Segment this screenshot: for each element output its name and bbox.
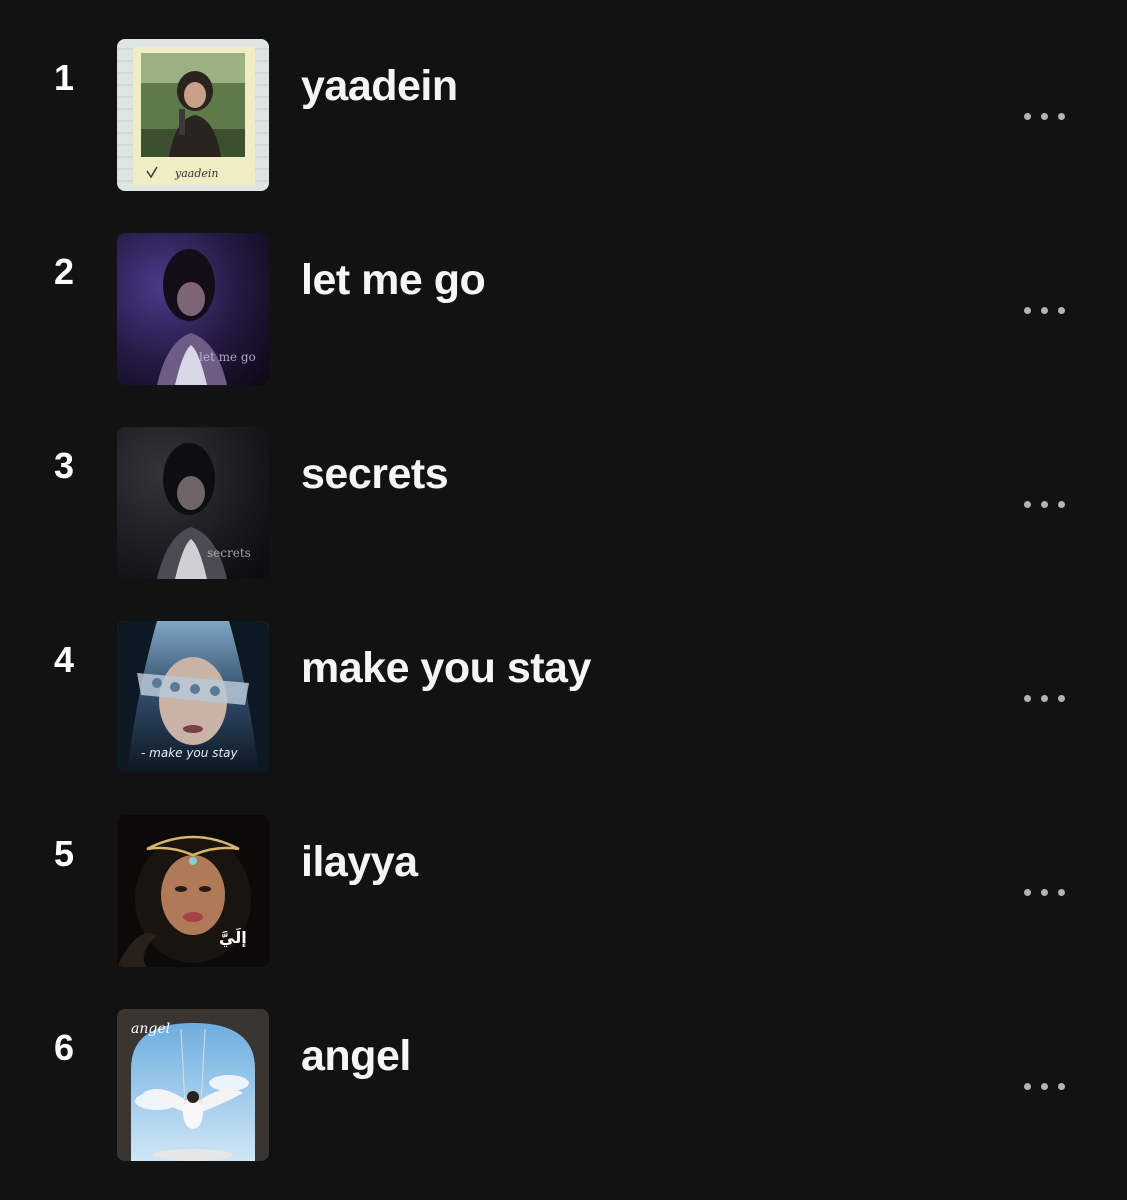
ellipsis-horizontal-icon (1023, 112, 1031, 120)
track-row[interactable]: 5 إلَيَّ ilayya (0, 776, 1127, 970)
track-row[interactable]: 6 angel angel (0, 970, 1127, 1164)
ellipsis-dot (1057, 306, 1065, 314)
ellipsis-dot (1040, 694, 1048, 702)
ellipsis-dot (1040, 500, 1048, 508)
more-options-button[interactable] (1008, 484, 1080, 524)
track-number: 2 (53, 251, 75, 292)
cover-caption: angel (131, 1021, 170, 1037)
ellipsis-horizontal-icon (1023, 694, 1031, 702)
track-number: 6 (53, 1027, 75, 1068)
track-row[interactable]: 1 yaadein yaadein (0, 0, 1127, 194)
album-cover-art: secrets (117, 427, 269, 579)
cover-caption: - make you stay (141, 746, 239, 760)
track-title[interactable]: secrets (301, 448, 449, 500)
ellipsis-dot (1057, 694, 1065, 702)
more-options-button[interactable] (1008, 872, 1080, 912)
ellipsis-dot (1057, 888, 1065, 896)
ellipsis-dot (1040, 1082, 1048, 1090)
album-cover-art: yaadein (117, 39, 269, 191)
ellipsis-horizontal-icon (1023, 500, 1031, 508)
track-title[interactable]: yaadein (301, 60, 458, 112)
track-title[interactable]: let me go (301, 254, 486, 306)
ellipsis-dot (1057, 1082, 1065, 1090)
ellipsis-dot (1040, 888, 1048, 896)
track-row[interactable]: 3 secrets secrets (0, 388, 1127, 582)
track-number: 1 (53, 57, 75, 98)
cover-caption: yaadein (174, 167, 218, 180)
album-cover[interactable]: - make you stay (117, 621, 269, 773)
album-cover-art: let me go (117, 233, 269, 385)
ellipsis-horizontal-icon (1023, 1082, 1031, 1090)
track-title[interactable]: ilayya (301, 836, 418, 888)
album-cover-art: angel (117, 1009, 269, 1161)
track-title[interactable]: angel (301, 1030, 411, 1082)
more-options-button[interactable] (1008, 678, 1080, 718)
cover-caption: إلَيَّ (219, 927, 247, 948)
tracklist: 1 yaadein yaadein 2 let me go let me go … (0, 0, 1127, 1200)
more-options-button[interactable] (1008, 290, 1080, 330)
album-cover[interactable]: angel (117, 1009, 269, 1161)
ellipsis-dot (1040, 306, 1048, 314)
album-cover[interactable]: secrets (117, 427, 269, 579)
ellipsis-horizontal-icon (1023, 306, 1031, 314)
ellipsis-horizontal-icon (1023, 888, 1031, 896)
track-title[interactable]: make you stay (301, 642, 591, 694)
album-cover[interactable]: yaadein (117, 39, 269, 191)
more-options-button[interactable] (1008, 96, 1080, 136)
track-row[interactable]: 4 - make you stay make you stay (0, 582, 1127, 776)
more-options-button[interactable] (1008, 1066, 1080, 1106)
album-cover-art: - make you stay (117, 621, 269, 773)
ellipsis-dot (1057, 500, 1065, 508)
track-number: 3 (53, 445, 75, 486)
track-row[interactable]: 2 let me go let me go (0, 194, 1127, 388)
ellipsis-dot (1057, 112, 1065, 120)
album-cover[interactable]: let me go (117, 233, 269, 385)
album-cover[interactable]: إلَيَّ (117, 815, 269, 967)
cover-caption: let me go (199, 350, 256, 364)
album-cover-art: إلَيَّ (117, 815, 269, 967)
cover-caption: secrets (207, 546, 251, 560)
track-number: 4 (53, 639, 75, 680)
ellipsis-dot (1040, 112, 1048, 120)
track-number: 5 (53, 833, 75, 874)
